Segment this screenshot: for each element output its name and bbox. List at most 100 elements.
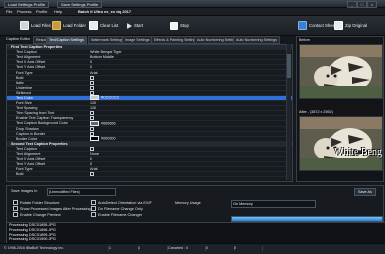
property-label: Strikeout	[16, 90, 31, 95]
filename-change-only-option[interactable]: Do Filename Change Only	[91, 206, 143, 211]
property-value[interactable]	[88, 116, 292, 121]
menu-file[interactable]: File	[6, 9, 12, 14]
rotate-folder-option[interactable]: Rotate Folder Structure	[13, 200, 59, 205]
filename-change-only-checkbox[interactable]	[91, 206, 96, 211]
before-tiger-image	[300, 45, 382, 98]
property-value[interactable]	[88, 172, 292, 177]
toolbar: Load Files Load Folder Clear List Start …	[0, 16, 385, 36]
close-button[interactable]: ×	[367, 1, 377, 8]
property-value-text: 120	[90, 101, 97, 106]
property-value[interactable]	[88, 126, 292, 131]
property-value-text: 0	[90, 65, 93, 70]
property-grid-body: First Text Caption Properties Text Captio…	[7, 45, 292, 178]
property-value[interactable]: 0	[88, 65, 292, 69]
property-value[interactable]: None	[88, 152, 292, 156]
preview-panel: Before After - (3872 x 2592) White Beng	[296, 36, 384, 182]
change-preview-checkbox[interactable]	[13, 212, 18, 217]
property-value[interactable]: #666666	[88, 120, 292, 126]
filename-changer-checkbox[interactable]	[91, 212, 96, 217]
stop-icon	[170, 21, 178, 30]
load-folder-button[interactable]: Load Folder	[52, 20, 86, 31]
property-grid-scrollbar-thumb[interactable]	[287, 54, 291, 78]
property-value[interactable]: 0	[88, 162, 292, 166]
application-window: Load Settings Profile Save Settings Prof…	[0, 0, 385, 254]
property-label: Caption in Border	[16, 131, 46, 136]
build-label: Batch It Ultra ex_ex dq 2017	[78, 9, 132, 14]
property-value[interactable]	[88, 146, 292, 151]
load-settings-profile-tab[interactable]: Load Settings Profile	[4, 1, 49, 8]
tab-effects-painting-settings[interactable]: Effects & Painting Settings	[151, 36, 201, 44]
save-as-button[interactable]: Save As	[354, 188, 376, 196]
property-label: Trim Spacing from Text	[16, 111, 55, 116]
property-value[interactable]: Bottom Middle	[88, 55, 292, 59]
status-count-4: 0	[234, 246, 263, 251]
change-preview-option[interactable]: Enable Change Preview	[13, 212, 61, 217]
property-label: Text Y Axis Offset	[16, 65, 46, 70]
property-value[interactable]: 0	[88, 60, 292, 64]
minimize-button[interactable]: _	[347, 1, 357, 8]
save-images-select[interactable]: (Unmodified Files)	[47, 188, 116, 196]
status-bar: © 1998-2016 iBlaBuff Technology Inc. 1 1…	[0, 243, 385, 254]
property-value[interactable]	[88, 90, 292, 95]
start-button[interactable]: Start	[127, 20, 143, 31]
property-grid-scrollbar[interactable]	[286, 44, 291, 180]
property-value[interactable]	[88, 111, 292, 116]
tab-watermark-settings[interactable]: Watermark Settings	[88, 36, 127, 44]
zip-original-button[interactable]: Zip Original	[334, 20, 367, 31]
property-value-text: Bottom Middle	[90, 55, 114, 60]
property-value[interactable]: White Bengal Tiger	[88, 50, 292, 54]
tab-image-settings[interactable]: Image Settings	[122, 36, 153, 44]
memory-usage-select[interactable]: On Memory	[231, 200, 316, 208]
property-value[interactable]	[88, 80, 292, 85]
property-label: Text Color	[16, 95, 33, 100]
property-value[interactable]: 120	[88, 106, 292, 110]
autodetect-orientation-checkbox[interactable]	[91, 200, 96, 205]
play-icon	[127, 22, 132, 29]
rotate-folder-checkbox[interactable]	[13, 200, 18, 205]
clear-list-button[interactable]: Clear List	[89, 20, 118, 31]
status-canceled: Canceled : 0	[168, 246, 206, 251]
filename-changer-option[interactable]: Enable Filename Changer	[91, 212, 142, 217]
tab-auto-numbering-settings-2[interactable]: Auto Numbering Settings	[233, 36, 280, 44]
stop-button[interactable]: Stop	[170, 20, 189, 31]
menu-process[interactable]: Process	[17, 9, 31, 14]
contact-sheet-button[interactable]: Contact Sheet	[298, 20, 336, 31]
property-checkbox-icon	[90, 111, 94, 116]
property-label: Border Color	[16, 136, 38, 141]
contact-sheet-label: Contact Sheet	[309, 23, 337, 28]
property-label: Text Caption	[16, 50, 37, 55]
property-value[interactable]: 0	[88, 157, 292, 161]
menu-help[interactable]: Help	[54, 9, 62, 14]
autodetect-orientation-option[interactable]: AutoDetect Orientation via EXIF	[91, 200, 152, 205]
memory-usage-label: Memory Usage	[175, 201, 201, 205]
filename-change-only-label: Do Filename Change Only	[98, 206, 143, 211]
property-row[interactable]: Bold	[7, 172, 292, 178]
tab-text-caption-settings[interactable]: Text/Caption Settings	[46, 36, 87, 44]
load-files-button[interactable]: Load Files	[20, 20, 51, 31]
property-label: Font Type	[16, 70, 33, 75]
save-row: Save Images In (Unmodified Files) Save A…	[7, 188, 383, 196]
property-value[interactable]	[88, 85, 292, 90]
maximize-button[interactable]: □	[357, 1, 367, 8]
property-checkbox-icon	[90, 146, 94, 151]
after-image: White Bengal Tiger	[299, 116, 383, 171]
property-value[interactable]: #000000	[88, 136, 292, 142]
show-processed-option[interactable]: Show Processed Images After Processing	[13, 206, 91, 211]
show-processed-checkbox[interactable]	[13, 206, 18, 211]
property-value[interactable]: Arial	[88, 71, 292, 75]
status-count-2: 1	[138, 246, 168, 251]
save-images-label: Save Images In	[11, 189, 38, 193]
save-settings-profile-tab[interactable]: Save Settings Profile	[57, 1, 103, 8]
property-value[interactable]	[88, 75, 292, 80]
processing-log: Processing DSC01895.JPG Processing DSC018…	[6, 222, 385, 244]
property-value[interactable]: #CCCCCC	[88, 95, 292, 101]
property-checkbox-icon	[90, 126, 94, 131]
property-label: Italic	[16, 80, 24, 85]
property-value[interactable]: Arial	[88, 167, 292, 171]
property-value[interactable]	[88, 131, 292, 136]
menu-profile[interactable]: Profile	[36, 9, 47, 14]
contact-sheet-icon	[298, 21, 307, 30]
property-label: Text X Axis Offset	[16, 60, 46, 65]
property-value[interactable]: 120	[88, 101, 292, 105]
property-value-text: 0	[90, 157, 93, 162]
